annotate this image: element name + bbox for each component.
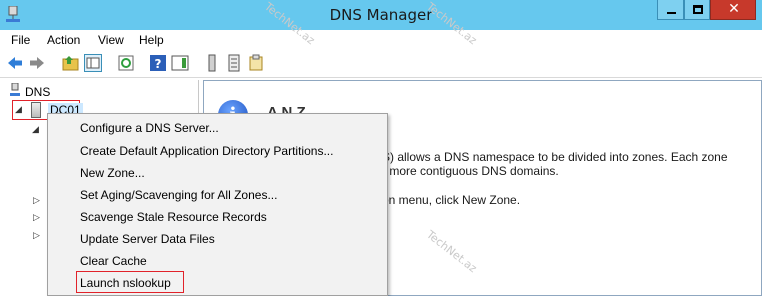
- context-menu: Configure a DNS Server... Create Default…: [47, 113, 388, 296]
- menu-item-launch-nslookup[interactable]: Launch nslookup: [80, 276, 171, 290]
- tree-root-dns[interactable]: DNS: [25, 85, 50, 99]
- dns-root-icon: [10, 83, 20, 96]
- title-bar[interactable]: DNS Manager ✕: [0, 0, 762, 30]
- menu-item-new-zone[interactable]: New Zone...: [80, 166, 145, 180]
- menu-item-clear-cache[interactable]: Clear Cache: [80, 254, 147, 268]
- minimize-icon: [667, 12, 676, 14]
- menu-item-set-aging-scavenging[interactable]: Set Aging/Scavenging for All Zones...: [80, 188, 277, 202]
- menu-bar: File Action View Help: [0, 30, 762, 50]
- server-icon: [31, 102, 41, 118]
- close-button[interactable]: ✕: [710, 0, 756, 20]
- action-pane-icon[interactable]: [171, 54, 189, 72]
- properties-icon[interactable]: [247, 54, 265, 72]
- list-icon[interactable]: [225, 54, 243, 72]
- menu-help[interactable]: Help: [139, 33, 164, 47]
- menu-item-create-default-partitions[interactable]: Create Default Application Directory Par…: [80, 144, 333, 158]
- server-icon[interactable]: [203, 54, 221, 72]
- menu-view[interactable]: View: [98, 33, 124, 47]
- expand-child-icon[interactable]: ▷: [33, 231, 40, 241]
- menu-item-update-server-data-files[interactable]: Update Server Data Files: [80, 232, 215, 246]
- show-hide-tree-icon[interactable]: [84, 54, 102, 72]
- close-icon: ✕: [728, 1, 740, 17]
- menu-action[interactable]: Action: [47, 33, 80, 47]
- minimize-button[interactable]: [657, 0, 684, 20]
- expand-child-icon[interactable]: ◢: [32, 125, 39, 135]
- description-line-3: on menu, click New Zone.: [382, 193, 521, 207]
- description-line-1: S) allows a DNS namespace to be divided …: [382, 150, 728, 164]
- expand-child-icon[interactable]: ▷: [33, 196, 40, 206]
- up-folder-icon[interactable]: [62, 54, 80, 72]
- description-line-2: r more contiguous DNS domains.: [382, 164, 559, 178]
- menu-file[interactable]: File: [11, 33, 30, 47]
- menu-item-scavenge-stale-records[interactable]: Scavenge Stale Resource Records: [80, 210, 267, 224]
- refresh-icon[interactable]: [117, 54, 135, 72]
- window-title: DNS Manager: [329, 6, 433, 24]
- forward-icon[interactable]: [28, 54, 46, 72]
- help-icon[interactable]: ?: [149, 54, 167, 72]
- maximize-icon: [693, 5, 703, 14]
- svg-text:?: ?: [155, 57, 162, 71]
- menu-item-configure-dns-server[interactable]: Configure a DNS Server...: [80, 121, 219, 135]
- maximize-button[interactable]: [684, 0, 710, 20]
- expand-child-icon[interactable]: ▷: [33, 213, 40, 223]
- back-icon[interactable]: [6, 54, 24, 72]
- toolbar: ?: [0, 50, 762, 78]
